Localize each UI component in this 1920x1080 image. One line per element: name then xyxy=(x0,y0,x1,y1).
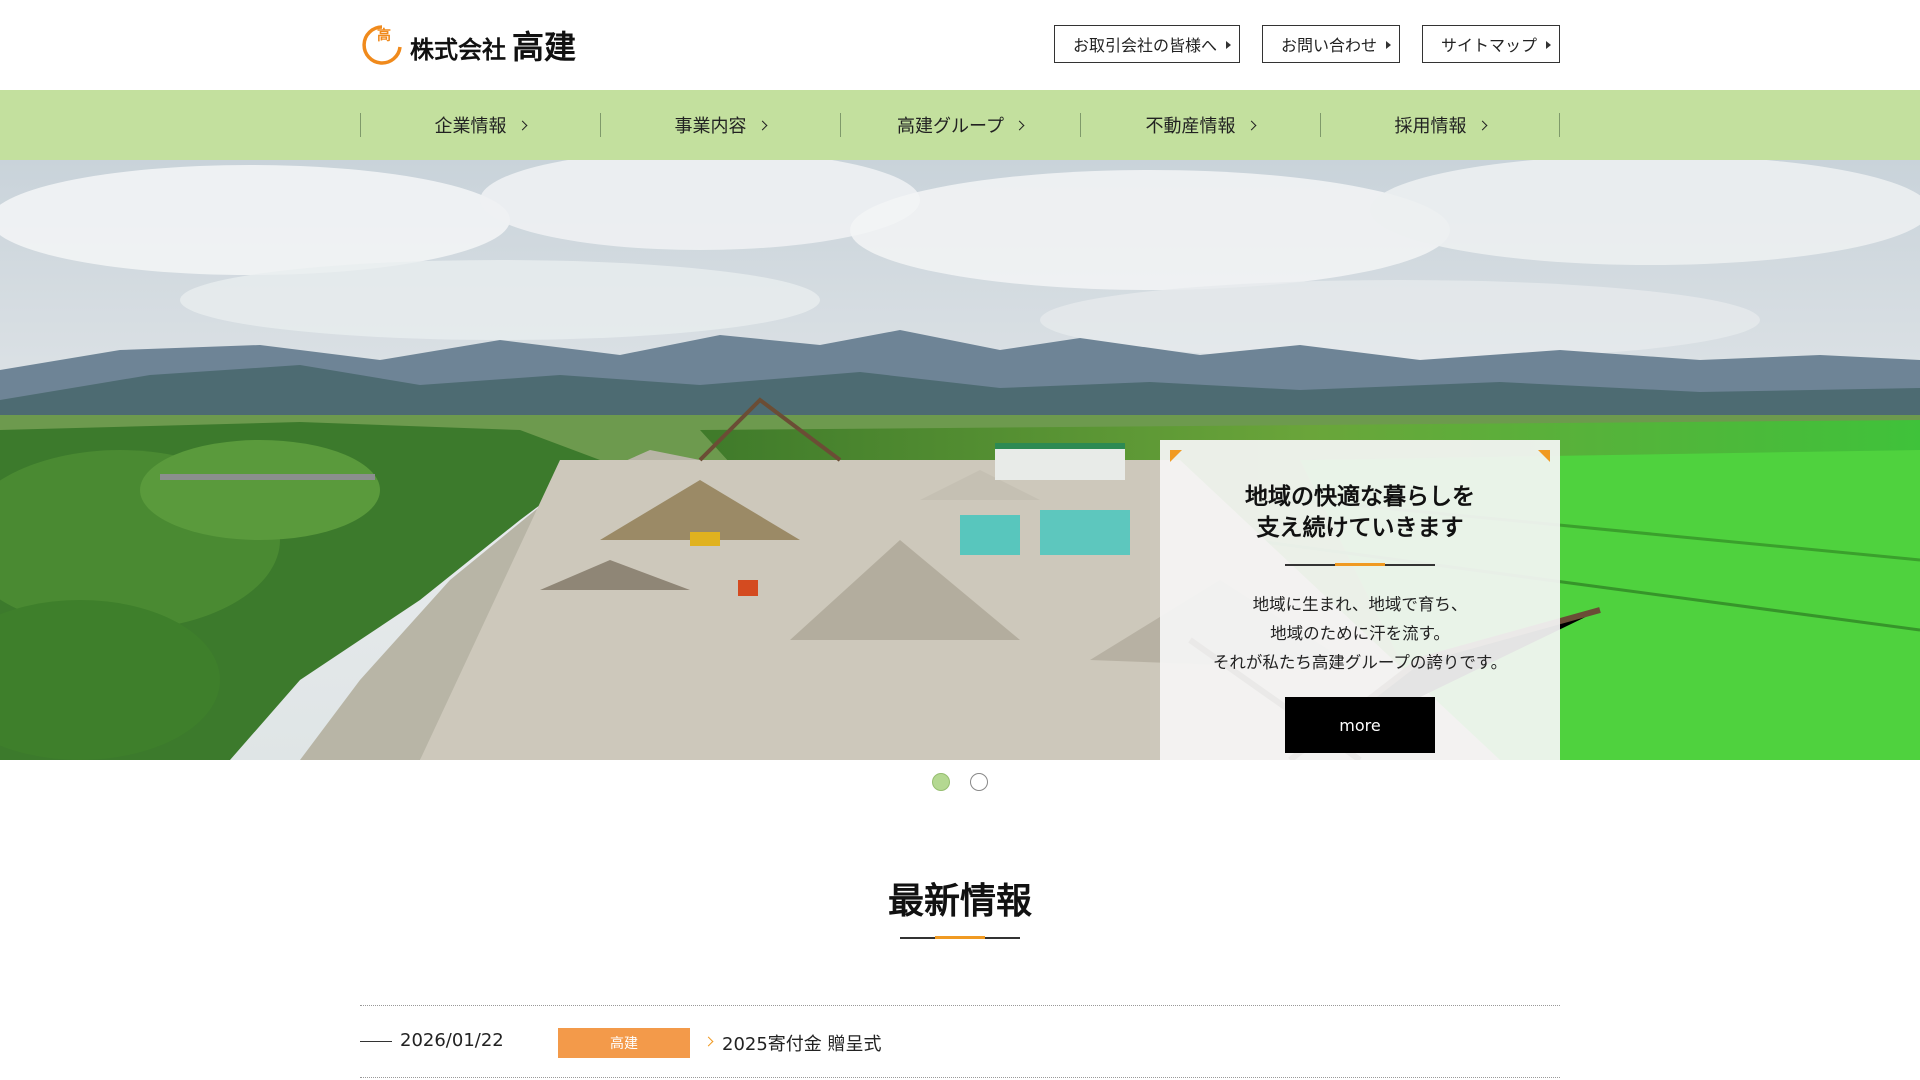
nav-item-business[interactable]: 事業内容 xyxy=(600,90,840,160)
nav-item-company[interactable]: 企業情報 xyxy=(360,90,600,160)
hero-slider: 地域の快適な暮らしを 支え続けていきます 地域に生まれ、地域で育ち、 地域のため… xyxy=(0,160,1920,760)
top-link-sitemap[interactable]: サイトマップ xyxy=(1421,25,1560,63)
logo-company-name: 高建 xyxy=(512,28,577,66)
chevron-right-icon xyxy=(1014,120,1025,131)
nav-item-recruit[interactable]: 採用情報 xyxy=(1320,90,1560,160)
nav-item-label: 事業内容 xyxy=(674,116,747,137)
more-button[interactable]: more xyxy=(1285,697,1435,753)
corner-triangle-icon xyxy=(1538,450,1550,462)
company-logo[interactable]: 高 株式会社 高建 xyxy=(360,22,576,68)
nav-item-group[interactable]: 高建グループ xyxy=(840,90,1080,160)
nav-item-label: 不動産情報 xyxy=(1145,116,1236,137)
news-item-dash xyxy=(360,1041,392,1042)
news-item-title[interactable]: 2025寄付金 贈呈式 xyxy=(722,1030,882,1056)
nav-item-real-estate[interactable]: 不動産情報 xyxy=(1080,90,1320,160)
top-link-label: お問い合わせ xyxy=(1280,36,1377,55)
nav-item-label: 採用情報 xyxy=(1394,116,1467,137)
hero-card-title: 地域の快適な暮らしを 支え続けていきます xyxy=(1160,482,1560,544)
news-title-divider-accent xyxy=(935,936,985,939)
logo-mark-icon: 高 xyxy=(360,23,404,67)
logo-mark-char: 高 xyxy=(377,27,391,44)
news-list: 2026/01/22 高建 2025寄付金 贈呈式 xyxy=(360,1005,1560,1078)
nav-item-label: 高建グループ xyxy=(897,116,1004,137)
slider-dot-2[interactable] xyxy=(970,773,988,791)
triangle-right-icon xyxy=(1225,41,1231,49)
top-link-partners[interactable]: お取引会社の皆様へ xyxy=(1053,25,1240,63)
chevron-right-icon xyxy=(757,120,767,131)
corner-triangle-icon xyxy=(1170,450,1182,462)
top-link-contact[interactable]: お問い合わせ xyxy=(1261,25,1400,63)
hero-message-card: 地域の快適な暮らしを 支え続けていきます 地域に生まれ、地域で育ち、 地域のため… xyxy=(1160,440,1560,760)
chevron-right-icon xyxy=(517,120,527,131)
hero-card-body: 地域に生まれ、地域で育ち、 地域のために汗を流す。 それが私たち高建グループの誇… xyxy=(1160,590,1560,677)
hero-landscape-image xyxy=(0,160,1920,760)
slider-dot-1[interactable] xyxy=(932,773,950,791)
hero-body-line: 地域のために汗を流す。 xyxy=(1270,624,1450,643)
hero-title-line: 支え続けていきます xyxy=(1256,515,1464,541)
chevron-right-icon xyxy=(1477,120,1487,131)
logo-kabushiki: 株式会社 xyxy=(410,36,506,64)
chevron-right-icon xyxy=(703,1036,714,1047)
top-link-label: お取引会社の皆様へ xyxy=(1072,36,1217,55)
triangle-right-icon xyxy=(1546,41,1551,49)
main-nav: 企業情報 事業内容 高建グループ 不動産情報 採用情報 xyxy=(0,90,1920,160)
chevron-right-icon xyxy=(1246,120,1256,131)
news-item[interactable]: 2026/01/22 高建 2025寄付金 贈呈式 xyxy=(360,1006,1560,1078)
triangle-right-icon xyxy=(1385,41,1391,49)
top-link-label: サイトマップ xyxy=(1440,36,1537,55)
hero-title-line: 地域の快適な暮らしを xyxy=(1245,484,1475,510)
top-utility-links: お取引会社の皆様へ お問い合わせ サイトマップ xyxy=(1053,25,1560,63)
slider-pagination xyxy=(932,773,988,791)
hero-body-line: 地域に生まれ、地域で育ち、 xyxy=(1252,595,1468,614)
news-section-title: 最新情報 xyxy=(887,881,1032,922)
hero-body-line: それが私たち高建グループの誇りです。 xyxy=(1212,653,1508,672)
nav-item-label: 企業情報 xyxy=(434,116,507,137)
news-item-date: 2026/01/22 xyxy=(400,1030,504,1051)
site-header: 高 株式会社 高建 お取引会社の皆様へ お問い合わせ サイトマップ xyxy=(0,0,1920,90)
hero-card-divider-accent xyxy=(1335,563,1385,566)
news-item-category-tag: 高建 xyxy=(558,1028,690,1058)
